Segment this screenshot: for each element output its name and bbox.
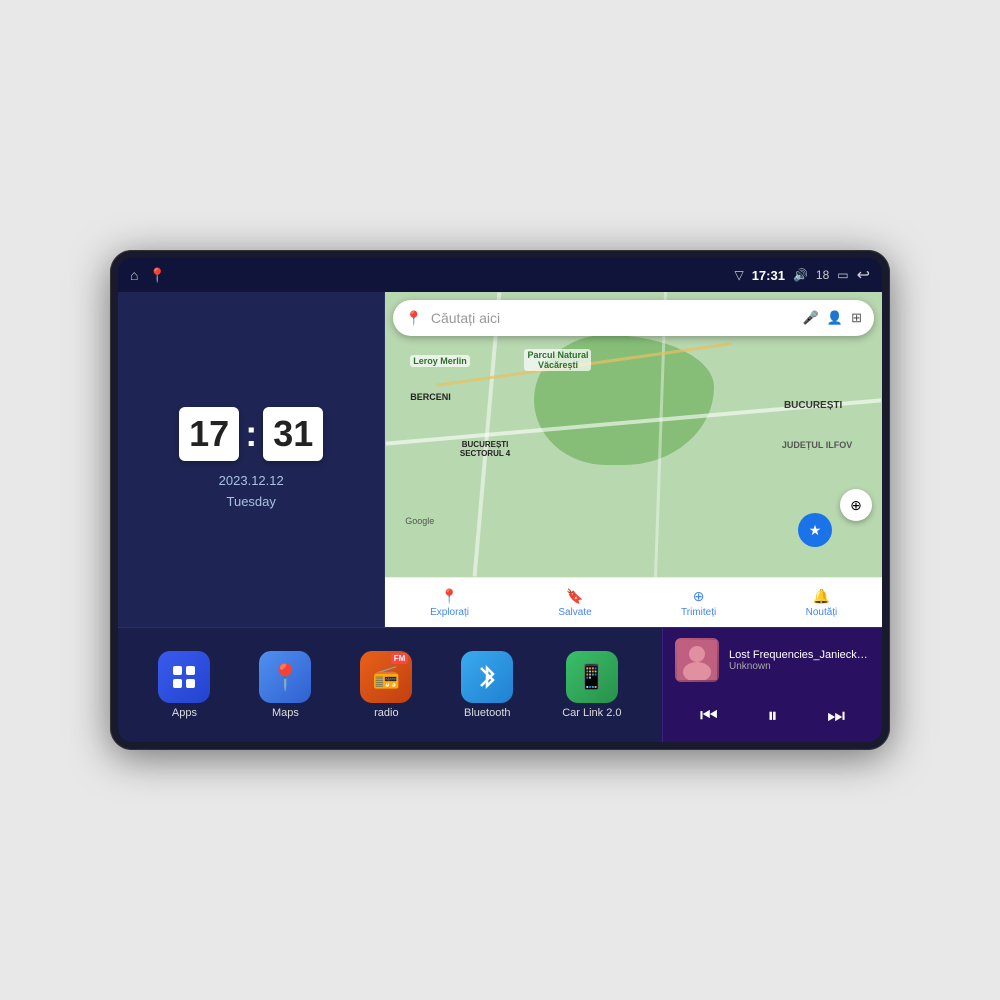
- compass-fab[interactable]: ⊕: [840, 489, 872, 521]
- map-tab-noutati[interactable]: 🔔 Noutăți: [806, 588, 838, 618]
- maps-icon[interactable]: 📍: [148, 267, 165, 284]
- salvate-label: Salvate: [558, 607, 591, 618]
- noutati-label: Noutăți: [806, 607, 838, 618]
- car-head-unit: ⌂ 📍 ▽ 17:31 🔊 18 ▭ ↩ 17 :: [110, 250, 890, 750]
- map-label-leroy: Leroy Merlin: [410, 355, 470, 367]
- maps-icon-emoji: 📍: [269, 662, 301, 693]
- play-pause-button[interactable]: ⏸: [763, 701, 781, 732]
- map-widget[interactable]: 📍 Căutați aici 🎤 👤 ⊞: [385, 292, 882, 627]
- signal-icon: ▽: [734, 268, 743, 282]
- music-info: Lost Frequencies_Janieck Devy-... Unknow…: [675, 638, 870, 682]
- map-tab-salvate[interactable]: 🔖 Salvate: [558, 588, 591, 618]
- status-right: ▽ 17:31 🔊 18 ▭ ↩: [734, 265, 870, 285]
- bottom-row: Apps 📍 Maps 📻 FM radio: [118, 627, 882, 742]
- radio-icon-box: 📻 FM: [360, 651, 412, 703]
- music-title: Lost Frequencies_Janieck Devy-...: [729, 649, 870, 661]
- apps-icon: [170, 663, 198, 691]
- map-label-sector4: BUCUREȘTISECTORUL 4: [460, 440, 510, 458]
- maps-label: Maps: [272, 707, 299, 719]
- map-tab-explorati[interactable]: 📍 Explorați: [430, 588, 469, 618]
- app-item-bluetooth[interactable]: Bluetooth: [461, 651, 513, 719]
- map-label-google: Google: [405, 516, 434, 526]
- radio-icon-emoji: 📻: [373, 664, 400, 690]
- mic-icon[interactable]: 🎤: [803, 310, 819, 326]
- clock-date: 2023.12.12 Tuesday: [219, 471, 284, 513]
- music-text: Lost Frequencies_Janieck Devy-... Unknow…: [729, 649, 870, 672]
- battery-level: 18: [816, 268, 829, 282]
- status-bar: ⌂ 📍 ▽ 17:31 🔊 18 ▭ ↩: [118, 258, 882, 292]
- music-controls: ⏮ ⏸ ⏭: [675, 697, 870, 732]
- map-search-actions: 🎤 👤 ⊞: [803, 310, 862, 326]
- apps-dock: Apps 📍 Maps 📻 FM radio: [118, 628, 662, 742]
- location-fab[interactable]: ★: [798, 513, 832, 547]
- music-artist: Unknown: [729, 661, 870, 672]
- clock-colon: :: [245, 416, 257, 452]
- prev-button[interactable]: ⏮: [696, 701, 722, 732]
- layers-icon[interactable]: ⊞: [851, 310, 862, 326]
- radio-label: radio: [374, 707, 398, 719]
- music-player: Lost Frequencies_Janieck Devy-... Unknow…: [662, 628, 882, 742]
- next-button[interactable]: ⏭: [823, 701, 849, 732]
- music-thumbnail: [675, 638, 719, 682]
- app-item-maps[interactable]: 📍 Maps: [259, 651, 311, 719]
- bluetooth-icon: [475, 662, 499, 692]
- clock-minute: 31: [263, 407, 323, 461]
- noutati-icon: 🔔: [813, 588, 830, 605]
- carlink-icon-emoji: 📱: [577, 663, 607, 692]
- status-time: 17:31: [752, 268, 785, 283]
- app-item-apps[interactable]: Apps: [158, 651, 210, 719]
- clock-widget: 17 : 31 2023.12.12 Tuesday: [118, 292, 385, 627]
- apps-icon-box: [158, 651, 210, 703]
- map-label-parc: Parcul NaturalVăcărești: [524, 349, 591, 371]
- map-label-berceni: BERCENI: [410, 392, 451, 402]
- clock-display: 17 : 31: [179, 407, 323, 461]
- account-icon[interactable]: 👤: [827, 310, 843, 326]
- explorati-label: Explorați: [430, 607, 469, 618]
- map-tab-trimiteti[interactable]: ⊕ Trimiteți: [681, 588, 716, 618]
- bluetooth-label: Bluetooth: [464, 707, 510, 719]
- map-label-judet: JUDEȚUL ILFOV: [782, 440, 852, 450]
- top-row: 17 : 31 2023.12.12 Tuesday 📍 Căutați aic…: [118, 292, 882, 627]
- status-left-icons: ⌂ 📍: [130, 267, 166, 284]
- map-bottom-bar: 📍 Explorați 🔖 Salvate ⊕ Trimiteți 🔔: [385, 577, 882, 627]
- screen: ⌂ 📍 ▽ 17:31 🔊 18 ▭ ↩ 17 :: [118, 258, 882, 742]
- map-search-bar[interactable]: 📍 Căutați aici 🎤 👤 ⊞: [393, 300, 874, 336]
- home-icon[interactable]: ⌂: [130, 267, 138, 283]
- map-search-placeholder[interactable]: Căutați aici: [431, 310, 795, 326]
- salvate-icon: 🔖: [566, 588, 583, 605]
- app-item-carlink[interactable]: 📱 Car Link 2.0: [562, 651, 621, 719]
- maps-icon-box: 📍: [259, 651, 311, 703]
- app-item-radio[interactable]: 📻 FM radio: [360, 651, 412, 719]
- album-art: [677, 640, 717, 680]
- battery-icon: ▭: [837, 268, 848, 282]
- map-pin-icon: 📍: [405, 310, 422, 327]
- bluetooth-icon-box: [461, 651, 513, 703]
- carlink-label: Car Link 2.0: [562, 707, 621, 719]
- explorati-icon: 📍: [441, 588, 458, 605]
- carlink-icon-box: 📱: [566, 651, 618, 703]
- volume-icon: 🔊: [793, 268, 808, 282]
- trimiteti-label: Trimiteți: [681, 607, 716, 618]
- map-label-bucuresti: BUCUREȘTI: [784, 400, 842, 411]
- main-area: 17 : 31 2023.12.12 Tuesday 📍 Căutați aic…: [118, 292, 882, 742]
- trimiteti-icon: ⊕: [693, 588, 705, 605]
- clock-hour: 17: [179, 407, 239, 461]
- apps-label: Apps: [172, 707, 197, 719]
- back-icon[interactable]: ↩: [857, 265, 870, 285]
